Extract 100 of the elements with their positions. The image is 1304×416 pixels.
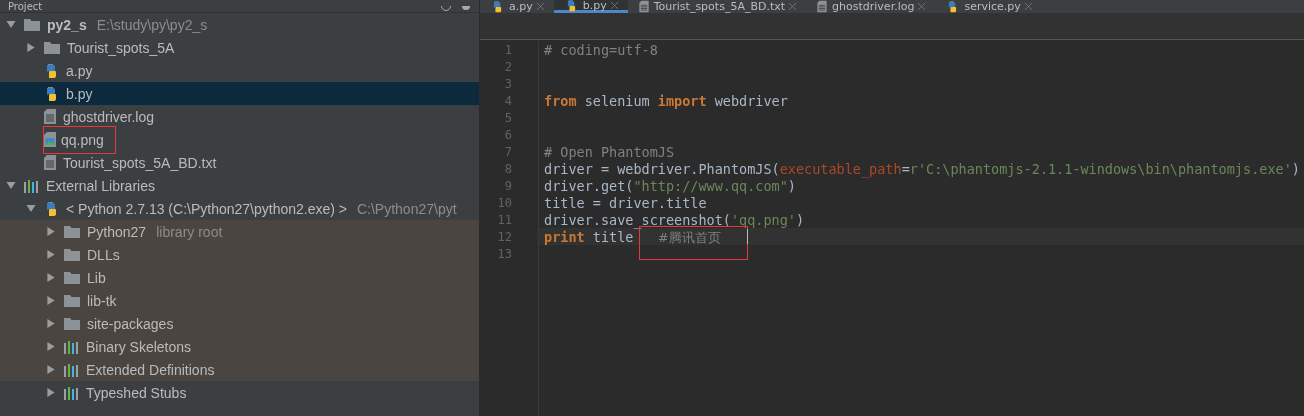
folder-icon (64, 271, 80, 284)
tree-row[interactable]: ghostdriver.log (0, 105, 479, 128)
path-hint: library root (156, 223, 223, 240)
file-name: Typeshed Stubs (85, 383, 188, 402)
tree-row[interactable]: py2_s E:\study\py\py2_s (0, 13, 479, 36)
collapsed-arrow-icon[interactable] (46, 388, 56, 397)
library-tree-row[interactable]: lib-tk (0, 289, 479, 312)
folder-icon (64, 248, 80, 261)
close-icon[interactable] (789, 3, 797, 10)
file-name: Binary Skeletons (85, 337, 193, 356)
tree-row[interactable]: qq.png (0, 128, 479, 151)
code-line: driver.save_screenshot('qq.png') (543, 211, 806, 228)
python-icon (491, 0, 504, 13)
file-name: Python27 (86, 222, 148, 241)
tree-row[interactable]: External Libraries (0, 174, 479, 197)
file-name: ghostdriver.log (62, 107, 156, 126)
collapsed-arrow-icon[interactable] (46, 273, 56, 282)
line-number: 2 (503, 58, 513, 75)
code-line: title = driver.title (543, 194, 708, 211)
tree-row[interactable]: Tourist_spots_5A (0, 36, 479, 59)
python-icon (44, 63, 59, 78)
line-number: 9 (503, 177, 513, 194)
close-icon[interactable] (610, 1, 618, 9)
library-tree-row[interactable]: Lib (0, 266, 479, 289)
line-number: 1 (503, 41, 513, 58)
editor-tab[interactable]: a.py (480, 0, 554, 13)
line-number: 7 (503, 143, 513, 160)
close-icon[interactable] (1024, 3, 1032, 10)
line-number: 3 (503, 75, 513, 92)
python-icon (44, 86, 59, 101)
library-icon (24, 178, 39, 193)
folder-icon (24, 18, 40, 31)
panel-title: Project (8, 1, 43, 12)
path-hint: E:\study\py\py2_s (96, 16, 208, 33)
tree-row[interactable]: Typeshed Stubs (0, 381, 479, 404)
line-number: 13 (496, 245, 513, 262)
text-file-icon (44, 155, 56, 170)
close-icon[interactable] (536, 3, 544, 10)
line-number: 10 (496, 194, 513, 211)
path-hint: C:\Python27\pyt (356, 200, 457, 217)
library-tree-row[interactable]: Binary Skeletons (0, 335, 479, 358)
collapsed-arrow-icon[interactable] (46, 365, 56, 374)
collapsed-arrow-icon[interactable] (26, 43, 36, 52)
python-icon (565, 0, 578, 11)
line-number: 12 (496, 228, 513, 245)
file-name: < Python 2.7.13 (C:\Python27\python2.exe) > (65, 199, 348, 218)
library-tree-row[interactable]: DLLs (0, 243, 479, 266)
file-name: a.py (65, 61, 94, 80)
python-icon (44, 201, 59, 216)
code-line: driver.get("http://www.qq.com") (543, 177, 796, 194)
file-name: py2_s (46, 15, 88, 34)
tree-row[interactable]: < Python 2.7.13 (C:\Python27\python2.exe) > C:\Python27\pyt (0, 197, 479, 220)
folder-icon (64, 317, 80, 330)
file-name: Tourist_spots_5A (66, 38, 176, 57)
file-name: site-packages (86, 314, 175, 333)
file-name: lib-tk (86, 291, 118, 310)
python-icon (946, 0, 959, 13)
folder-icon (44, 41, 60, 54)
code-line: # coding=utf-8 (543, 41, 659, 58)
collapsed-arrow-icon[interactable] (46, 319, 56, 328)
expanded-arrow-icon[interactable] (6, 20, 16, 29)
selected-tree-row[interactable]: b.py (0, 82, 479, 105)
library-icon (64, 385, 79, 400)
line-number: 11 (496, 211, 513, 228)
folder-icon (64, 294, 80, 307)
collapsed-arrow-icon[interactable] (46, 296, 56, 305)
code-line: # Open PhantomJS (543, 143, 676, 160)
file-name: DLLs (86, 245, 121, 264)
image-file-icon (44, 132, 56, 147)
line-number: 6 (503, 126, 513, 143)
collapsed-arrow-icon[interactable] (46, 250, 56, 259)
library-tree-row[interactable]: Extended Definitions (0, 358, 479, 381)
collapsed-arrow-icon[interactable] (46, 342, 56, 351)
library-icon (64, 362, 79, 377)
file-name: b.py (65, 84, 94, 103)
expanded-arrow-icon[interactable] (26, 204, 36, 213)
expanded-arrow-icon[interactable] (6, 181, 16, 190)
tree-row[interactable]: Tourist_spots_5A_BD.txt (0, 151, 479, 174)
collapsed-arrow-icon[interactable] (46, 227, 56, 236)
line-number: 8 (503, 160, 513, 177)
close-icon[interactable] (918, 3, 926, 10)
file-name: Lib (86, 268, 107, 287)
code-line: from selenium import webdriver (543, 92, 789, 109)
line-number: 4 (503, 92, 513, 109)
file-name: External Libraries (45, 176, 156, 195)
folder-icon (64, 225, 80, 238)
editor-tab[interactable]: Tourist_spots_5A_BD.txt (627, 0, 807, 13)
library-tree-row[interactable]: Python27 library root (0, 220, 479, 243)
library-icon (64, 339, 79, 354)
tree-row[interactable]: a.py (0, 59, 479, 82)
library-tree-row[interactable]: site-packages (0, 312, 479, 335)
line-number: 5 (503, 109, 513, 126)
editor-tab[interactable]: ghostdriver.log (806, 0, 936, 13)
text-cursor (746, 229, 748, 244)
editor-tab[interactable]: b.py (553, 0, 628, 13)
code-line: driver = webdriver.PhantomJS(executable_path=r'C:\phantomjs-2.1.1-windows\bin\phantomjs.exe') (543, 160, 1301, 177)
file-name: Extended Definitions (85, 360, 216, 379)
editor-tab[interactable]: service.py (935, 0, 1042, 13)
file-name: Tourist_spots_5A_BD.txt (62, 153, 218, 172)
text-file-icon (44, 109, 56, 124)
